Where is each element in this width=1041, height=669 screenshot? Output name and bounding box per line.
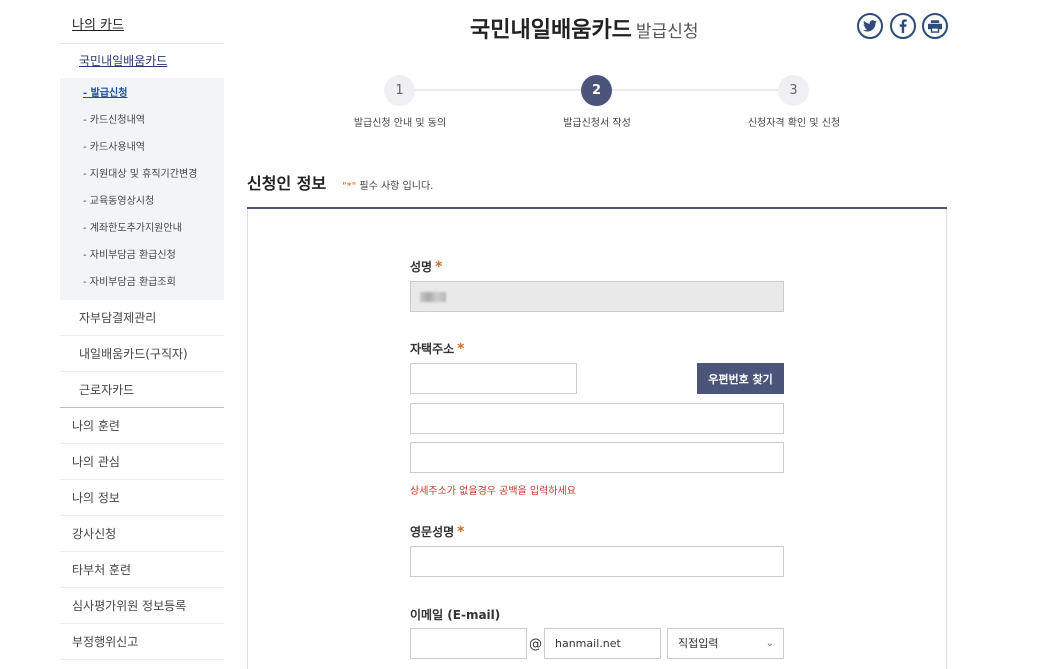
- email-id-input[interactable]: [410, 628, 527, 659]
- section-title: 신청인 정보: [247, 174, 327, 193]
- sidebar-item-refund-apply[interactable]: - 자비부담금 환급신청: [60, 242, 224, 269]
- name-field: [410, 281, 784, 312]
- sidebar-item-fraud-report[interactable]: 부정행위신고: [60, 624, 224, 660]
- sidebar-submenu: - 발급신청 - 카드신청내역 - 카드사용내역 - 지원대상 및 휴직기간변경…: [60, 78, 224, 300]
- step-1-label: 발급신청 안내 및 동의: [353, 118, 447, 129]
- email-domain-input[interactable]: hanmail.net: [544, 628, 661, 659]
- sidebar-item-usage-history[interactable]: - 카드사용내역: [60, 134, 224, 161]
- email-domain-select[interactable]: 직접입력 ⌄: [667, 628, 784, 659]
- english-name-label: 영문성명 *: [410, 523, 465, 540]
- address-detail-input[interactable]: [410, 442, 784, 473]
- sidebar-national-card[interactable]: 국민내일배움카드: [60, 44, 224, 78]
- find-zipcode-button[interactable]: 우편번호 찾기: [697, 363, 784, 394]
- print-icon[interactable]: [922, 13, 948, 39]
- sidebar-item-refund-inquiry[interactable]: - 자비부담금 환급조회: [60, 269, 224, 296]
- english-name-input[interactable]: [410, 546, 784, 577]
- sidebar-item-education-video[interactable]: - 교육동영상시청: [60, 188, 224, 215]
- sidebar-item-worker-card[interactable]: 근로자카드: [60, 372, 224, 408]
- sidebar-item-my-info[interactable]: 나의 정보: [60, 480, 224, 516]
- required-star: *: [457, 341, 465, 357]
- chevron-down-icon: ⌄: [765, 638, 774, 649]
- sidebar-item-jobseeker-card[interactable]: 내일배움카드(구직자): [60, 336, 224, 372]
- email-at-sign: @: [529, 637, 542, 652]
- sidebar-item-self-payment[interactable]: 자부담결제관리: [60, 300, 224, 336]
- sidebar-item-other-ministry[interactable]: 타부처 훈련: [60, 552, 224, 588]
- step-3-circle: 3: [778, 75, 809, 106]
- form-container: [247, 209, 947, 669]
- sidebar-item-apply-history[interactable]: - 카드신청내역: [60, 107, 224, 134]
- english-name-label-text: 영문성명: [410, 525, 455, 539]
- step-2-circle: 2: [581, 75, 612, 106]
- sidebar-item-eligibility-change[interactable]: - 지원대상 및 휴직기간변경: [60, 161, 224, 188]
- required-note: "*" 필수 사항 입니다.: [342, 177, 433, 192]
- step-1-circle: 1: [384, 75, 415, 106]
- required-star: *: [457, 524, 465, 540]
- step-2-label: 발급신청서 작성: [563, 118, 631, 129]
- address-label-text: 자택주소: [410, 342, 455, 356]
- sidebar-item-instructor-apply[interactable]: 강사신청: [60, 516, 224, 552]
- sidebar-item-reviewer-register[interactable]: 심사평가위원 정보등록: [60, 588, 224, 624]
- address-hint: 상세주소가 없을경우 공백을 입력하세요: [410, 486, 576, 497]
- required-star: *: [435, 259, 443, 275]
- page-title-sub: 발급신청: [635, 22, 699, 42]
- email-domain-select-value: 직접입력: [678, 637, 719, 650]
- sidebar-item-my-interest[interactable]: 나의 관심: [60, 444, 224, 480]
- zipcode-input[interactable]: [410, 363, 577, 394]
- sidebar-my-card[interactable]: 나의 카드: [60, 8, 224, 44]
- required-note-star: "*": [342, 181, 357, 192]
- facebook-icon[interactable]: [890, 13, 916, 39]
- page-title: 국민내일배움카드 발급신청: [470, 12, 698, 44]
- sidebar: 나의 카드 국민내일배움카드 - 발급신청 - 카드신청내역 - 카드사용내역 …: [60, 8, 224, 660]
- email-label: 이메일 (E-mail): [410, 608, 501, 622]
- name-blurred-value: [420, 292, 446, 302]
- sidebar-item-my-training[interactable]: 나의 훈련: [60, 408, 224, 444]
- name-label-text: 성명: [410, 260, 433, 274]
- step-3-label: 신청자격 확인 및 신청: [747, 118, 841, 129]
- page-title-main: 국민내일배움카드: [470, 18, 632, 43]
- sidebar-item-apply[interactable]: - 발급신청: [60, 80, 224, 107]
- address-label: 자택주소 *: [410, 340, 465, 357]
- twitter-icon[interactable]: [857, 13, 883, 39]
- sidebar-item-limit-support[interactable]: - 계좌한도추가지원안내: [60, 215, 224, 242]
- address-input[interactable]: [410, 403, 784, 434]
- required-note-text: 필수 사항 입니다.: [356, 181, 434, 192]
- name-label: 성명 *: [410, 258, 442, 275]
